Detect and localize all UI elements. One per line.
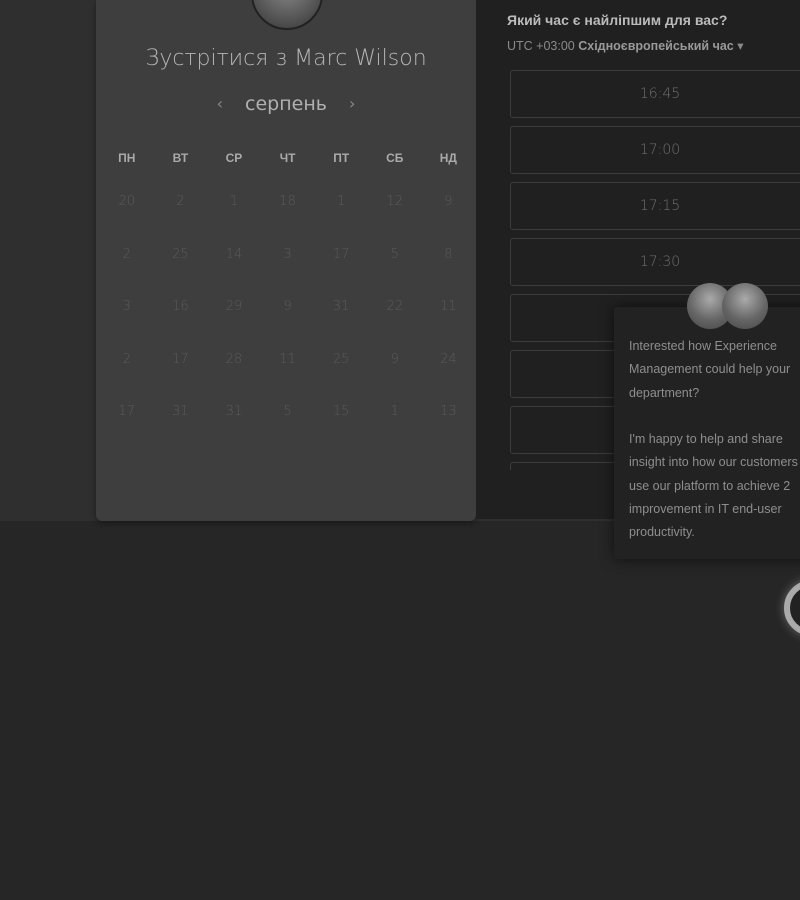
calendar-day[interactable]: 9 xyxy=(261,279,315,332)
calendar-day[interactable]: 1 xyxy=(368,384,422,437)
calendar-day[interactable]: 15 xyxy=(314,384,368,437)
agent-avatar xyxy=(722,283,768,329)
weekday-header: СБ xyxy=(386,151,404,165)
caret-down-icon: ▾ xyxy=(737,39,744,53)
calendar-day[interactable]: 17 xyxy=(100,384,154,437)
tz-offset: UTC +03:00 xyxy=(507,39,575,53)
chevron-right-icon[interactable]: › xyxy=(349,94,355,113)
calendar-day[interactable]: 20 xyxy=(100,174,154,227)
time-slot-button[interactable]: 17:30 xyxy=(510,238,800,286)
chat-message-line: department? xyxy=(629,385,700,400)
month-label: серпень xyxy=(245,92,327,115)
weekday-header: ЧТ xyxy=(279,151,296,165)
timezone-select[interactable]: UTC +03:00 Східноєвропейський час ▾ xyxy=(507,38,744,53)
chat-message-line: productivity. xyxy=(629,525,695,540)
chat-message-line: use our platform to achieve 2 xyxy=(629,478,791,493)
calendar-day[interactable]: 17 xyxy=(154,332,208,385)
calendar-day[interactable]: 29 xyxy=(207,279,261,332)
weekday-header: СР xyxy=(225,151,243,165)
chat-popup[interactable]: Interested how Experience Management coul… xyxy=(614,307,800,559)
calendar-day[interactable]: 31 xyxy=(314,279,368,332)
weekday-header: НД xyxy=(439,151,457,165)
time-slot-button[interactable]: 17:15 xyxy=(510,182,800,230)
calendar-day[interactable]: 11 xyxy=(422,279,476,332)
chat-message-line: improvement in IT end-user xyxy=(629,502,782,517)
tz-name: Східноєвропейський час xyxy=(578,39,734,53)
meeting-title: Зустрітися з Marc Wilson xyxy=(145,46,427,71)
calendar-day[interactable]: 2 xyxy=(100,227,154,280)
calendar-day[interactable]: 25 xyxy=(154,227,208,280)
time-slot-button[interactable]: 17:00 xyxy=(510,126,800,174)
weekday-header: ПТ xyxy=(333,151,350,165)
chat-message-line: I'm happy to help and share xyxy=(629,432,783,447)
calendar-day[interactable]: 9 xyxy=(368,332,422,385)
calendar-day[interactable]: 17 xyxy=(314,227,368,280)
weekday-header: ВТ xyxy=(172,151,189,165)
chat-launcher-button[interactable] xyxy=(784,580,800,636)
calendar-day[interactable]: 12 xyxy=(368,174,422,227)
calendar-day[interactable]: 31 xyxy=(154,384,208,437)
chat-message-line xyxy=(629,405,800,428)
calendar-day[interactable]: 3 xyxy=(261,227,315,280)
calendar-day[interactable]: 13 xyxy=(422,384,476,437)
calendar-day[interactable]: 2 xyxy=(154,174,208,227)
calendar-day[interactable]: 16 xyxy=(154,279,208,332)
calendar-day[interactable]: 28 xyxy=(207,332,261,385)
calendar-day[interactable]: 5 xyxy=(368,227,422,280)
calendar-day[interactable]: 14 xyxy=(207,227,261,280)
chat-message-line: Interested how Experience xyxy=(629,339,778,353)
month-nav: ‹ серпень › xyxy=(96,92,476,115)
calendar-day[interactable]: 2 xyxy=(100,332,154,385)
calendar-day[interactable]: 31 xyxy=(207,384,261,437)
time-question: Який час є найліпшим для вас? xyxy=(507,12,728,28)
calendar-day[interactable]: 5 xyxy=(261,384,315,437)
calendar-day[interactable]: 8 xyxy=(422,227,476,280)
calendar-day[interactable]: 25 xyxy=(314,332,368,385)
calendar-day[interactable]: 24 xyxy=(422,332,476,385)
calendar-day[interactable]: 18 xyxy=(261,174,315,227)
chat-message-line: insight into how our customers xyxy=(629,455,798,470)
calendar-day[interactable]: 11 xyxy=(261,332,315,385)
time-slot-button[interactable]: 16:45 xyxy=(510,70,800,118)
calendar-day[interactable]: 9 xyxy=(422,174,476,227)
weekday-header: ПН xyxy=(118,151,136,165)
calendar-day[interactable]: 1 xyxy=(314,174,368,227)
calendar-grid: ПН ВТ СР ЧТ ПТ СБ НД 20 2 1 18 1 12 9 2 25 14 3 17 5 8 3 16 29 9… xyxy=(100,144,475,437)
calendar-day[interactable]: 1 xyxy=(207,174,261,227)
chevron-left-icon[interactable]: ‹ xyxy=(217,94,223,113)
calendar-day[interactable]: 22 xyxy=(368,279,422,332)
calendar-day[interactable]: 3 xyxy=(100,279,154,332)
chat-message-line: Management could help your xyxy=(629,362,791,377)
